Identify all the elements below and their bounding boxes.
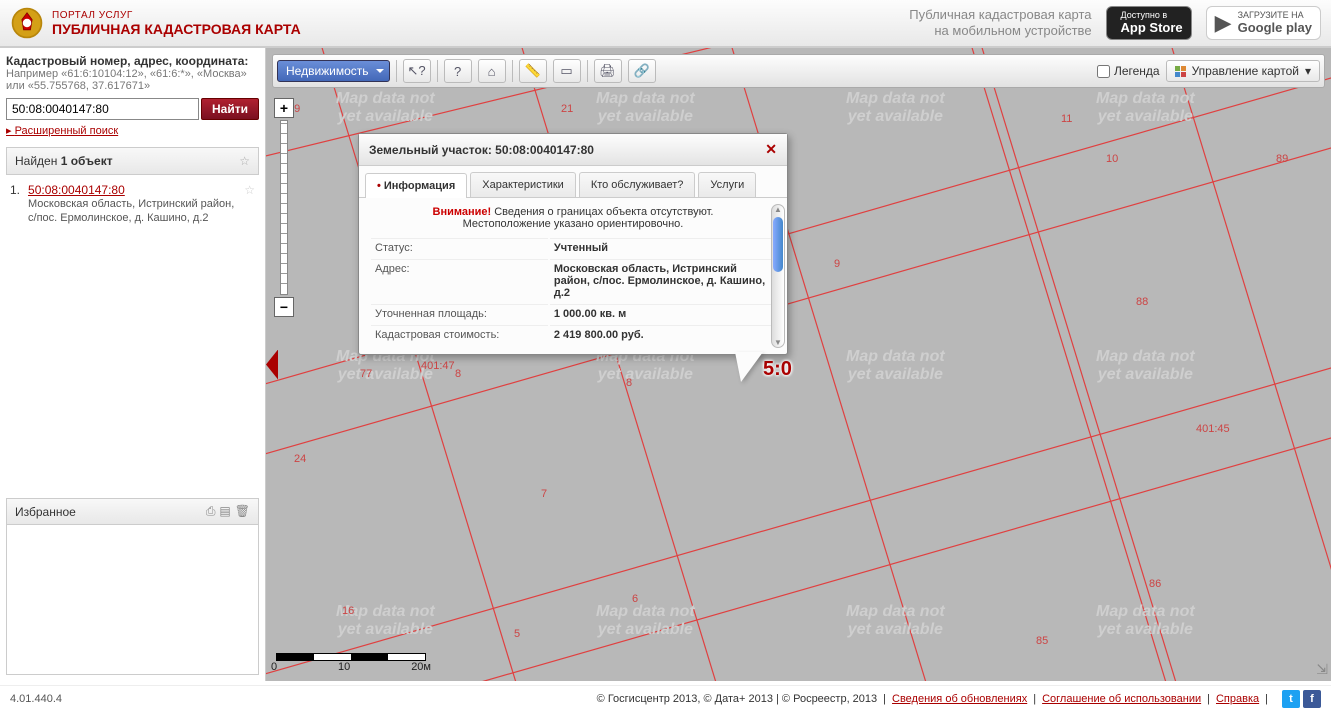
parcel-info-table: Статус:Учтенный Адрес:Московская область… [369,236,777,346]
trash-icon[interactable]: 🗑 [235,504,250,519]
zoom-out-button[interactable]: − [274,297,294,317]
mobile-promo: Публичная кадастровая карта на мобильном… [909,7,1091,38]
layers-icon [1175,66,1186,77]
export-excel-icon[interactable]: ▤ [219,504,230,519]
search-label: Кадастровый номер, адрес, координата: [6,54,259,68]
search-button[interactable]: Найти [201,98,259,120]
favorites-bar[interactable]: Избранное ⎙ ▤ 🗑 [6,498,259,525]
portal-label: ПОРТАЛ УСЛУГ [52,10,909,21]
logo-icon [10,6,44,40]
footer-link-help[interactable]: Справка [1216,693,1259,705]
export-icon[interactable]: ⎙ [206,504,216,519]
footer: 4.01.440.4 © Госгисцентр 2013, © Дата+ 2… [0,685,1331,711]
googleplay-badge[interactable]: ▶ ЗАГРУЗИТЕ НАGoogle play [1206,6,1321,40]
play-icon: ▶ [1215,10,1232,36]
result-link[interactable]: 50:08:0040147:80 [28,183,125,197]
popup-scrollbar[interactable] [771,204,785,348]
manage-map-button[interactable]: Управление картой ▾ [1166,60,1320,82]
popup-warning: Внимание! Сведения о границах объекта от… [369,206,777,230]
favorites-panel [6,525,259,675]
popup-title: Земельный участок: 50:08:0040147:80 [369,143,594,157]
map-area[interactable]: Недвижимость ↖? ? ⌂ 📏 ▭ 🖨 🔗 Легенда Упра… [266,48,1331,681]
favorite-icon[interactable]: ☆ [244,183,255,226]
layer-select[interactable]: Недвижимость [277,60,390,82]
tab-characteristics[interactable]: Характеристики [470,172,576,197]
tab-info[interactable]: Информация [365,173,467,198]
facebook-icon[interactable]: f [1303,690,1321,708]
zoom-control: + − [274,98,294,317]
pointer-tool-button[interactable]: ↖? [403,59,431,83]
map-toolbar: Недвижимость ↖? ? ⌂ 📏 ▭ 🖨 🔗 Легенда Упра… [272,54,1325,88]
app-header: ПОРТАЛ УСЛУГ ПУБЛИЧНАЯ КАДАСТРОВАЯ КАРТА… [0,0,1331,48]
resize-icon[interactable]: ⇲ [1316,661,1328,678]
info-tool-button[interactable]: ? [444,59,472,83]
footer-link-agreement[interactable]: Соглашение об использовании [1042,693,1201,705]
search-input[interactable] [6,98,199,120]
footer-link-updates[interactable]: Сведения об обновлениях [892,693,1027,705]
location-marker: 5:0 [763,358,792,381]
advanced-search-link[interactable]: Расширенный поиск [6,124,259,137]
star-icon[interactable]: ☆ [239,154,250,168]
zoom-in-button[interactable]: + [274,98,294,118]
close-icon[interactable]: ✕ [765,141,777,158]
result-item[interactable]: 1. 50:08:0040147:80 Московская область, … [6,175,259,234]
results-header: Найден 1 объект ☆ [6,147,259,175]
tab-services[interactable]: Услуги [698,172,756,197]
print-button[interactable]: 🖨 [594,59,622,83]
measure-line-button[interactable]: 📏 [519,59,547,83]
appstore-badge[interactable]: Доступно вApp Store [1106,6,1192,40]
twitter-icon[interactable]: t [1282,690,1300,708]
portal-title: ПУБЛИЧНАЯ КАДАСТРОВАЯ КАРТА [52,21,909,37]
search-sidebar: Кадастровый номер, адрес, координата: На… [0,48,266,681]
search-hint: Например «61:6:10104:12», «61:6:*», «Мос… [6,68,259,92]
tab-service[interactable]: Кто обслуживает? [579,172,696,197]
scale-bar: 0 10 20м [276,653,431,673]
building-tool-button[interactable]: ⌂ [478,59,506,83]
parcel-info-popup: Земельный участок: 50:08:0040147:80 ✕ Ин… [358,133,788,355]
chevron-down-icon: ▾ [1305,64,1311,78]
legend-checkbox[interactable]: Легенда [1097,64,1160,78]
version-label: 4.01.440.4 [10,693,62,705]
result-address: Московская область, Истринский район, с/… [28,197,236,226]
measure-area-button[interactable]: ▭ [553,59,581,83]
link-button[interactable]: 🔗 [628,59,656,83]
zoom-slider[interactable] [280,120,288,295]
